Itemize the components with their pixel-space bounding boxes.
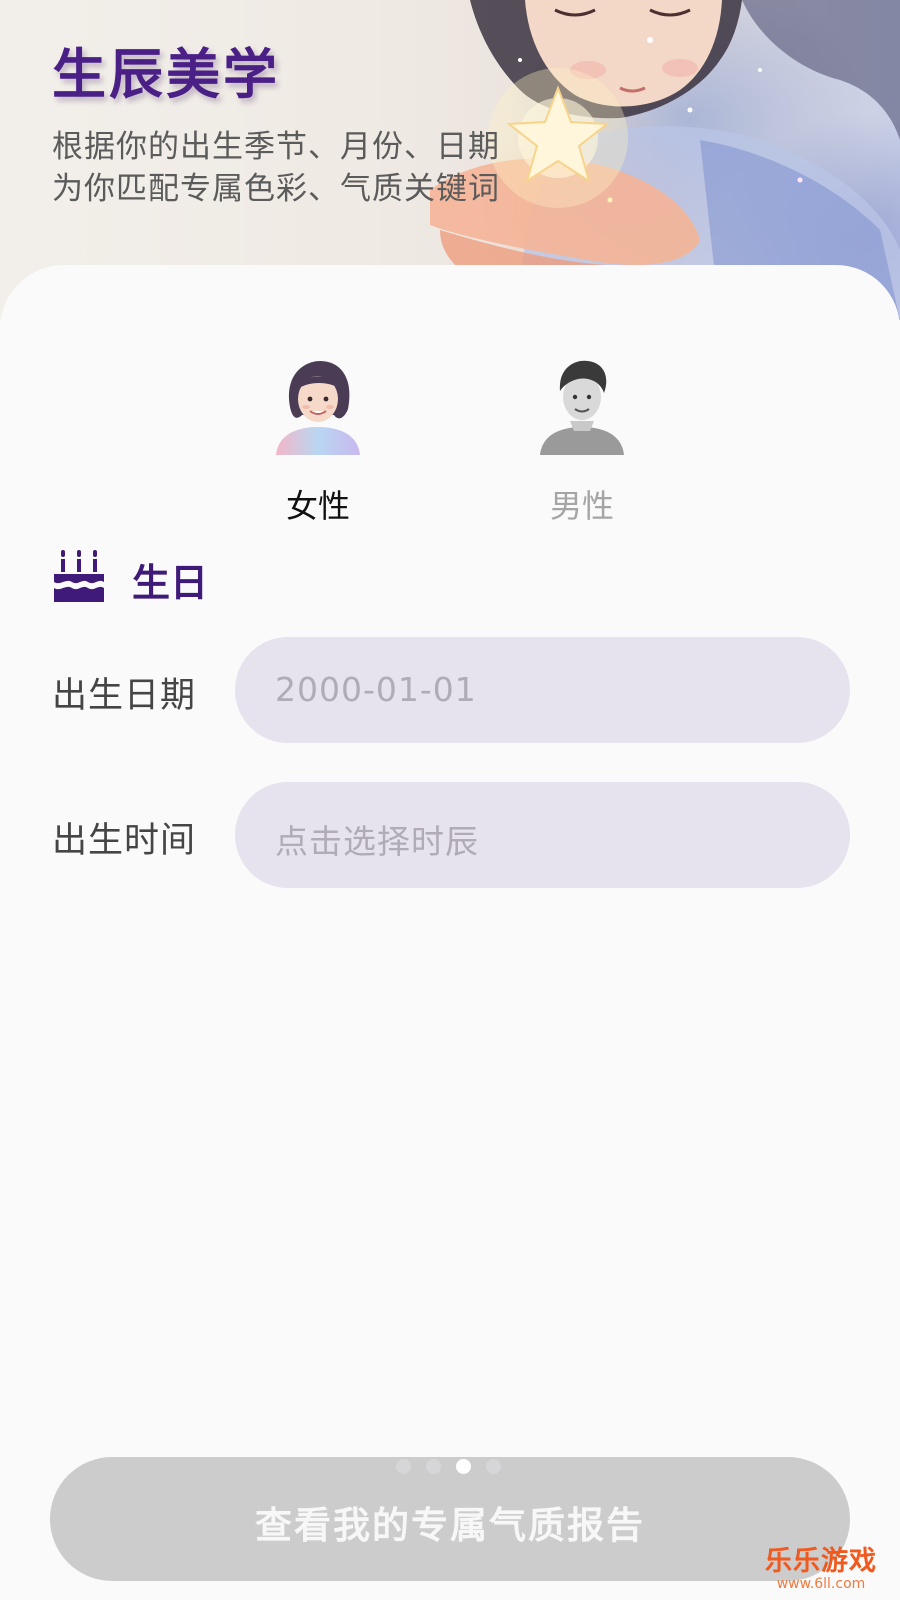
birthday-section-title: 生日: [132, 561, 209, 605]
page-dot-active: [456, 1459, 471, 1474]
page-indicator: [396, 1459, 506, 1475]
subtitle-line-1: 根据你的出生季节、月份、日期: [52, 129, 500, 165]
birth-date-placeholder: 2000-01-01: [275, 670, 477, 709]
birth-time-placeholder: 点击选择时辰: [275, 822, 479, 861]
birth-date-row: 出生日期 2000-01-01: [52, 637, 852, 743]
page-dot: [486, 1459, 501, 1474]
birth-time-row: 出生时间 点击选择时辰: [52, 782, 852, 888]
form-card: 女性 男性 生日 出生日期 2000-01-01 出生时间 点击选择时辰: [0, 265, 900, 1600]
birth-date-input[interactable]: 2000-01-01: [235, 637, 850, 743]
watermark-logo-text: 乐乐游戏: [765, 1546, 877, 1577]
birth-date-label: 出生日期: [52, 676, 197, 716]
cake-icon: [54, 550, 104, 602]
page-dot: [396, 1459, 411, 1474]
app-subtitle: 根据你的出生季节、月份、日期 为你匹配专属色彩、气质关键词: [52, 126, 500, 210]
male-avatar-icon: [540, 360, 624, 455]
view-report-button[interactable]: 查看我的专属气质报告: [50, 1457, 850, 1581]
birth-time-picker[interactable]: 点击选择时辰: [235, 782, 850, 888]
view-report-label: 查看我的专属气质报告: [255, 1504, 645, 1547]
page-dot: [426, 1459, 441, 1474]
gender-label-female: 女性: [285, 487, 350, 525]
birth-time-label: 出生时间: [52, 821, 197, 861]
gender-option-male[interactable]: 男性: [497, 355, 667, 527]
subtitle-line-2: 为你匹配专属色彩、气质关键词: [52, 171, 500, 207]
site-watermark: 乐乐游戏 www.6ll.com: [756, 1539, 886, 1592]
app-title: 生辰美学: [52, 43, 280, 106]
gender-option-female[interactable]: 女性: [233, 355, 403, 527]
watermark-url: www.6ll.com: [776, 1576, 866, 1592]
female-avatar-icon: [276, 361, 360, 455]
gender-label-male: 男性: [549, 487, 614, 525]
